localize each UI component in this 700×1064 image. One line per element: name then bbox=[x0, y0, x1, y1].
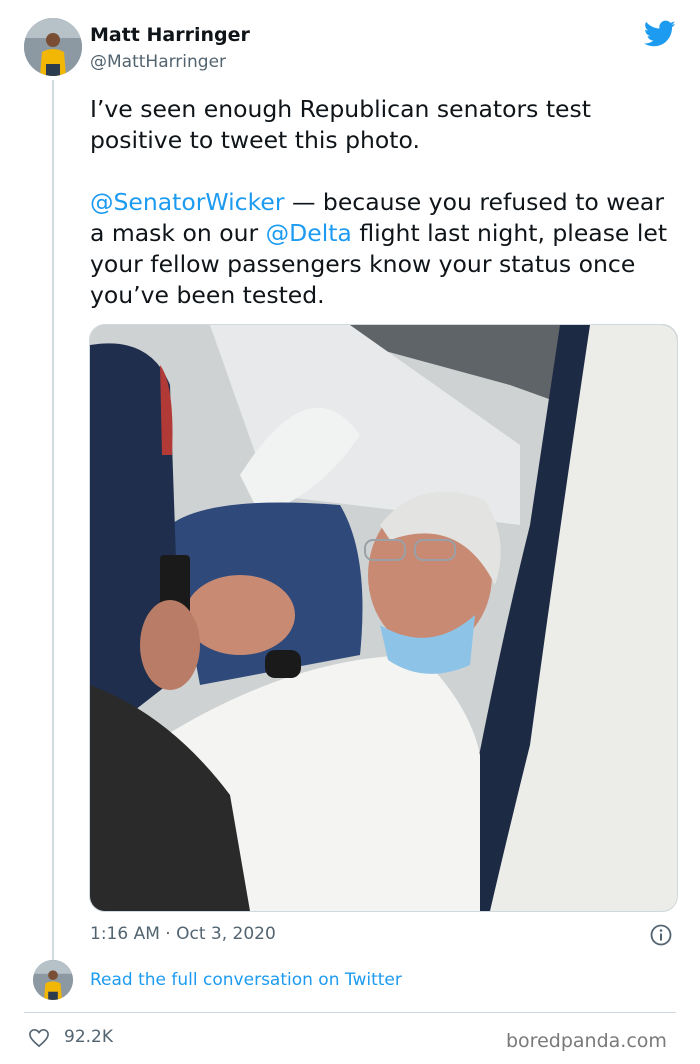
avatar-small[interactable] bbox=[33, 960, 73, 1000]
tweet-paragraph-1: I’ve seen enough Republican senators tes… bbox=[90, 95, 591, 154]
heart-icon[interactable] bbox=[28, 1028, 50, 1048]
tweet-paragraph-2: @SenatorWicker — because you refused to … bbox=[90, 187, 680, 311]
watermark: boredpanda.com bbox=[506, 1030, 667, 1052]
avatar[interactable] bbox=[24, 18, 82, 76]
read-conversation-link[interactable]: Read the full conversation on Twitter bbox=[90, 970, 402, 990]
thread-line bbox=[52, 80, 54, 960]
tweet-photo[interactable] bbox=[89, 324, 678, 912]
divider bbox=[24, 1012, 676, 1013]
info-icon[interactable] bbox=[650, 924, 672, 946]
tweet-timestamp[interactable]: 1:16 AM · Oct 3, 2020 bbox=[90, 924, 276, 944]
like-count: 92.2K bbox=[64, 1027, 113, 1047]
twitter-bird-icon[interactable] bbox=[644, 20, 676, 48]
mention-senatorwicker[interactable]: @SenatorWicker bbox=[90, 188, 284, 216]
author-handle[interactable]: @MattHarringer bbox=[90, 52, 226, 72]
author-name[interactable]: Matt Harringer bbox=[90, 24, 250, 46]
mention-delta[interactable]: @Delta bbox=[266, 219, 352, 247]
tweet-text: I’ve seen enough Republican senators tes… bbox=[90, 94, 680, 311]
